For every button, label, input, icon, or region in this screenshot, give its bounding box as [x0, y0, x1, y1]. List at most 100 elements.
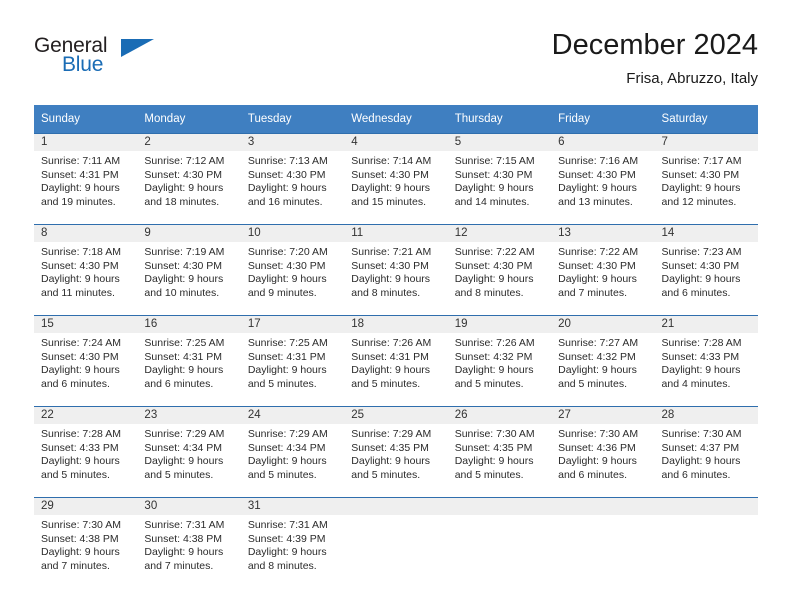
day-details: Sunrise: 7:28 AM Sunset: 4:33 PM Daylight:…: [34, 424, 137, 482]
day-number: 23: [137, 407, 241, 424]
day-details: Sunrise: 7:31 AM Sunset: 4:39 PM Daylight:…: [241, 515, 344, 573]
calendar-table: Sunday Monday Tuesday Wednesday Thursday…: [34, 105, 758, 588]
day-cell[interactable]: 22 Sunrise: 7:28 AM Sunset: 4:33 PM Dayligh…: [34, 406, 138, 498]
day-cell[interactable]: 3 Sunrise: 7:13 AM Sunset: 4:30 PM Daylight…: [240, 133, 345, 225]
sunset-text: Sunset: 4:30 PM: [558, 168, 636, 181]
sunrise-text: Sunrise: 7:17 AM: [661, 155, 742, 167]
weekday-header-wednesday: Wednesday: [344, 105, 448, 134]
day-cell[interactable]: 25 Sunrise: 7:29 AM Sunset: 4:35 PM Dayligh…: [344, 406, 448, 498]
day-details: Sunrise: 7:22 AM Sunset: 4:30 PM Daylight:…: [448, 242, 551, 300]
sunrise-text: Sunrise: 7:29 AM: [247, 428, 328, 440]
page-subtitle: Frisa, Abruzzo, Italy: [626, 70, 758, 87]
daylight-text-line1: Daylight: 9 hours: [661, 455, 741, 468]
daylight-text-line2: and 9 minutes.: [247, 286, 317, 299]
day-cell[interactable]: 31 Sunrise: 7:31 AM Sunset: 4:39 PM Dayligh…: [240, 497, 345, 588]
sunrise-text: Sunrise: 7:26 AM: [454, 337, 535, 349]
daylight-text-line1: Daylight: 9 hours: [558, 364, 637, 377]
day-cell[interactable]: 12 Sunrise: 7:22 AM Sunset: 4:30 PM Dayligh…: [447, 224, 552, 316]
day-cell[interactable]: 11 Sunrise: 7:21 AM Sunset: 4:30 PM Dayligh…: [344, 224, 448, 316]
day-cell[interactable]: 21 Sunrise: 7:28 AM Sunset: 4:33 PM Dayligh…: [654, 315, 758, 407]
day-details: Sunrise: 7:29 AM Sunset: 4:35 PM Daylight:…: [344, 424, 447, 482]
daylight-text-line2: and 12 minutes.: [661, 195, 737, 208]
daylight-text-line2: and 8 minutes.: [454, 286, 524, 299]
weekday-header-tuesday: Tuesday: [240, 105, 345, 134]
day-details: Sunrise: 7:26 AM Sunset: 4:32 PM Daylight:…: [448, 333, 551, 391]
day-cell[interactable]: 1 Sunrise: 7:11 AM Sunset: 4:31 PM Daylight…: [34, 133, 138, 225]
day-cell[interactable]: 23 Sunrise: 7:29 AM Sunset: 4:34 PM Dayligh…: [137, 406, 241, 498]
daylight-text-line2: and 5 minutes.: [351, 468, 421, 481]
day-cell-empty: [344, 497, 448, 588]
day-cell[interactable]: 2 Sunrise: 7:12 AM Sunset: 4:30 PM Daylight…: [137, 133, 241, 225]
day-number: 6: [551, 134, 655, 151]
daylight-text-line2: and 7 minutes.: [558, 286, 627, 299]
day-cell[interactable]: 29 Sunrise: 7:30 AM Sunset: 4:38 PM Dayligh…: [34, 497, 138, 588]
sunset-text: Sunset: 4:32 PM: [558, 350, 636, 363]
daylight-text-line2: and 4 minutes.: [661, 377, 731, 390]
day-cell[interactable]: 27 Sunrise: 7:30 AM Sunset: 4:36 PM Dayligh…: [551, 406, 655, 498]
daylight-text-line1: Daylight: 9 hours: [661, 273, 741, 286]
day-number: 1: [34, 134, 138, 151]
sunrise-text: Sunrise: 7:30 AM: [41, 519, 121, 531]
daylight-text-line1: Daylight: 9 hours: [247, 182, 327, 195]
daylight-text-line1: Daylight: 9 hours: [661, 364, 741, 377]
day-cell[interactable]: 28 Sunrise: 7:30 AM Sunset: 4:37 PM Dayligh…: [654, 406, 758, 498]
day-cell[interactable]: 10 Sunrise: 7:20 AM Sunset: 4:30 PM Dayligh…: [240, 224, 345, 316]
day-cell[interactable]: 30 Sunrise: 7:31 AM Sunset: 4:38 PM Dayligh…: [137, 497, 241, 588]
day-number: 26: [447, 407, 552, 424]
sunset-text: Sunset: 4:30 PM: [454, 259, 533, 272]
day-cell[interactable]: 14 Sunrise: 7:23 AM Sunset: 4:30 PM Dayligh…: [654, 224, 758, 316]
day-number: 20: [551, 316, 655, 333]
sunrise-text: Sunrise: 7:30 AM: [558, 428, 639, 440]
daylight-text-line2: and 19 minutes.: [41, 195, 116, 208]
day-cell[interactable]: 4 Sunrise: 7:14 AM Sunset: 4:30 PM Daylight…: [344, 133, 448, 225]
day-details: Sunrise: 7:18 AM Sunset: 4:30 PM Daylight:…: [34, 242, 137, 300]
daylight-text-line1: Daylight: 9 hours: [144, 273, 224, 286]
sunset-text: Sunset: 4:30 PM: [144, 259, 223, 272]
day-number: 24: [240, 407, 345, 424]
day-number: 21: [654, 316, 758, 333]
day-cell[interactable]: 26 Sunrise: 7:30 AM Sunset: 4:35 PM Dayligh…: [447, 406, 552, 498]
sunrise-text: Sunrise: 7:31 AM: [144, 519, 225, 531]
day-details: Sunrise: 7:29 AM Sunset: 4:34 PM Daylight:…: [137, 424, 240, 482]
sunrise-text: Sunrise: 7:11 AM: [41, 155, 121, 167]
daylight-text-line1: Daylight: 9 hours: [454, 273, 534, 286]
sunset-text: Sunset: 4:38 PM: [41, 532, 119, 545]
day-cell[interactable]: 5 Sunrise: 7:15 AM Sunset: 4:30 PM Daylight…: [447, 133, 552, 225]
calendar-body: 1 Sunrise: 7:11 AM Sunset: 4:31 PM Daylight…: [34, 133, 758, 588]
daylight-text-line1: Daylight: 9 hours: [454, 182, 534, 195]
day-cell[interactable]: 7 Sunrise: 7:17 AM Sunset: 4:30 PM Daylight…: [654, 133, 758, 225]
daylight-text-line2: and 16 minutes.: [247, 195, 323, 208]
day-details: Sunrise: 7:30 AM Sunset: 4:38 PM Daylight:…: [34, 515, 137, 573]
day-cell[interactable]: 6 Sunrise: 7:16 AM Sunset: 4:30 PM Daylight…: [551, 133, 655, 225]
sunset-text: Sunset: 4:35 PM: [454, 441, 533, 454]
day-cell[interactable]: 17 Sunrise: 7:25 AM Sunset: 4:31 PM Dayligh…: [240, 315, 345, 407]
day-cell[interactable]: 9 Sunrise: 7:19 AM Sunset: 4:30 PM Daylight…: [137, 224, 241, 316]
page-title: December 2024: [551, 29, 758, 61]
day-details: Sunrise: 7:22 AM Sunset: 4:30 PM Daylight:…: [551, 242, 654, 300]
weekday-header-monday: Monday: [137, 105, 241, 134]
day-cell[interactable]: 18 Sunrise: 7:26 AM Sunset: 4:31 PM Dayligh…: [344, 315, 448, 407]
daylight-text-line2: and 10 minutes.: [144, 286, 220, 299]
day-cell[interactable]: 16 Sunrise: 7:25 AM Sunset: 4:31 PM Dayligh…: [137, 315, 241, 407]
general-blue-logo[interactable]: General Blue: [34, 34, 204, 86]
weekday-header-thursday: Thursday: [447, 105, 552, 134]
day-number: 29: [34, 498, 138, 515]
day-cell[interactable]: 24 Sunrise: 7:29 AM Sunset: 4:34 PM Dayligh…: [240, 406, 345, 498]
day-cell[interactable]: 19 Sunrise: 7:26 AM Sunset: 4:32 PM Dayligh…: [447, 315, 552, 407]
sunset-text: Sunset: 4:34 PM: [247, 441, 326, 454]
day-number: 31: [240, 498, 345, 515]
sunset-text: Sunset: 4:30 PM: [661, 168, 740, 181]
sunset-text: Sunset: 4:30 PM: [247, 259, 326, 272]
day-details: Sunrise: 7:14 AM Sunset: 4:30 PM Daylight:…: [344, 151, 447, 209]
day-number: [344, 498, 448, 515]
sunset-text: Sunset: 4:34 PM: [144, 441, 223, 454]
day-cell[interactable]: 15 Sunrise: 7:24 AM Sunset: 4:30 PM Dayligh…: [34, 315, 138, 407]
sunrise-text: Sunrise: 7:16 AM: [558, 155, 639, 167]
sunset-text: Sunset: 4:36 PM: [558, 441, 636, 454]
day-cell[interactable]: 8 Sunrise: 7:18 AM Sunset: 4:30 PM Daylight…: [34, 224, 138, 316]
day-cell[interactable]: 13 Sunrise: 7:22 AM Sunset: 4:30 PM Dayligh…: [551, 224, 655, 316]
calendar-week-row: 15 Sunrise: 7:24 AM Sunset: 4:30 PM Dayligh…: [34, 315, 758, 407]
sunset-text: Sunset: 4:38 PM: [144, 532, 223, 545]
daylight-text-line2: and 5 minutes.: [454, 468, 524, 481]
day-cell[interactable]: 20 Sunrise: 7:27 AM Sunset: 4:32 PM Dayligh…: [551, 315, 655, 407]
